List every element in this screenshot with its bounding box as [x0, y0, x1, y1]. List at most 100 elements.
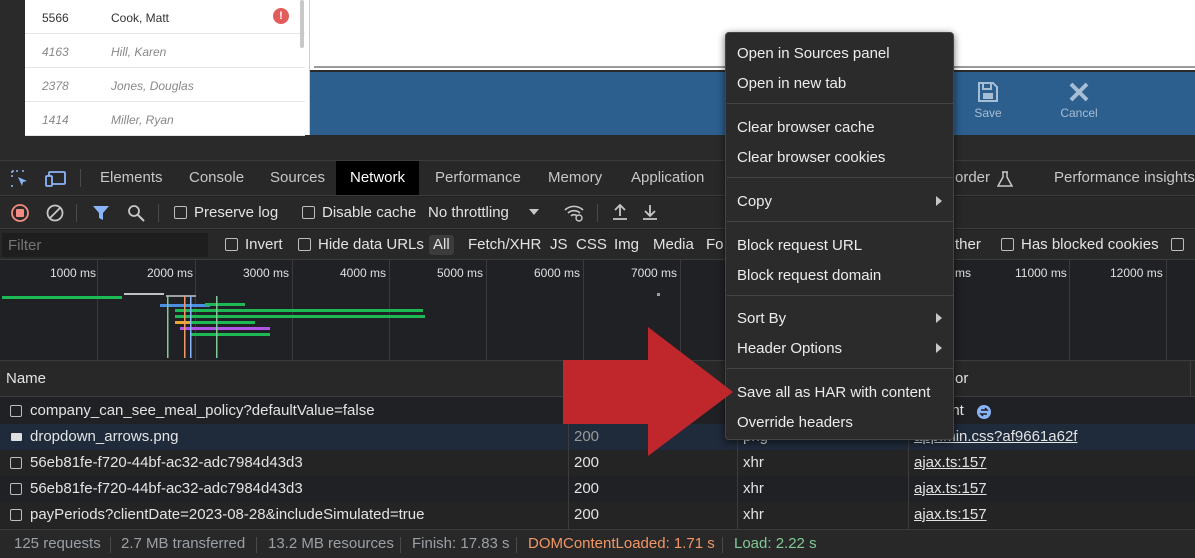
separator: [80, 169, 81, 187]
request-status: 200: [574, 428, 600, 445]
save-label: Save: [974, 106, 1002, 120]
filter-bar: Invert Hide data URLs All Fetch/XHR JS C…: [0, 230, 1195, 260]
separator: [256, 537, 257, 553]
save-button[interactable]: Save: [958, 80, 1018, 120]
separator: [597, 204, 598, 222]
filter-type-js[interactable]: JS: [550, 235, 568, 255]
preserve-log-checkbox[interactable]: Preserve log: [174, 203, 278, 223]
tab-sources[interactable]: Sources: [270, 161, 325, 195]
throttling-select[interactable]: No throttling: [428, 203, 539, 223]
menu-item-clear-cache[interactable]: Clear browser cache: [737, 119, 875, 136]
employee-row[interactable]: 1414 Miller, Ryan: [25, 102, 305, 136]
separator: [400, 537, 401, 553]
filter-type-css[interactable]: CSS: [576, 235, 607, 255]
tab-performance-insights[interactable]: Performance insights: [1054, 161, 1195, 195]
dom-content-loaded-time: DOMContentLoaded: 1.71 s: [528, 535, 715, 552]
tab-recorder[interactable]: order: [955, 161, 990, 195]
checkbox-box: [302, 206, 315, 219]
device-toolbar-icon[interactable]: [45, 170, 67, 188]
tab-application[interactable]: Application: [631, 161, 704, 195]
employee-id: 5566: [42, 11, 69, 25]
table-row[interactable]: company_can_see_meal_policy?defaultValue…: [0, 398, 1195, 424]
employee-name: Cook, Matt: [111, 11, 170, 25]
finish-time: Finish: 17.83 s: [412, 535, 510, 552]
list-scrollbar[interactable]: [300, 0, 304, 48]
menu-item-sort-by[interactable]: Sort By: [737, 310, 786, 327]
export-har-icon[interactable]: [641, 203, 659, 221]
menu-item-open-in-sources[interactable]: Open in Sources panel: [737, 45, 890, 62]
filter-type-media[interactable]: Media: [653, 235, 694, 255]
has-blocked-cookies-checkbox[interactable]: Has blocked cookies: [1001, 235, 1159, 255]
menu-item-override-headers[interactable]: Override headers: [737, 414, 853, 431]
column-header-initiator[interactable]: or: [955, 370, 968, 387]
cancel-label: Cancel: [1060, 106, 1098, 120]
table-row[interactable]: dropdown_arrows.png 200 png app.min.css?…: [0, 424, 1195, 450]
menu-item-header-options[interactable]: Header Options: [737, 340, 842, 357]
submenu-arrow-icon: [936, 313, 942, 323]
table-row[interactable]: 56eb81fe-f720-44bf-ac32-adc7984d43d3 200…: [0, 450, 1195, 476]
employee-row[interactable]: 5566 Cook, Matt !: [25, 0, 305, 34]
alert-icon: !: [273, 8, 289, 24]
tab-network[interactable]: Network: [336, 161, 420, 195]
filter-type-all[interactable]: All: [429, 235, 454, 255]
menu-separator: [727, 368, 953, 369]
filter-type-other[interactable]: ther: [955, 235, 981, 255]
filter-type-img[interactable]: Img: [614, 235, 639, 255]
submenu-arrow-icon: [936, 343, 942, 353]
checkbox-box: [1171, 238, 1184, 251]
menu-item-clear-cookies[interactable]: Clear browser cookies: [737, 149, 885, 166]
filter-type-fetch-xhr[interactable]: Fetch/XHR: [468, 235, 541, 255]
checkbox-box: [298, 238, 311, 251]
tab-memory[interactable]: Memory: [548, 161, 602, 195]
request-initiator[interactable]: ajax.ts:157: [914, 450, 987, 476]
table-row[interactable]: 56eb81fe-f720-44bf-ac32-adc7984d43d3 200…: [0, 476, 1195, 502]
employee-row[interactable]: 2378 Jones, Douglas: [25, 68, 305, 102]
search-icon[interactable]: [127, 204, 145, 222]
disable-cache-label: Disable cache: [322, 204, 417, 221]
request-name: payPeriods?clientDate=2023-08-28&include…: [30, 506, 425, 523]
clear-icon[interactable]: [46, 204, 64, 222]
employee-id: 2378: [42, 79, 69, 93]
menu-item-save-all-as-har[interactable]: Save all as HAR with content: [737, 384, 930, 401]
employee-name: Miller, Ryan: [111, 113, 174, 127]
employee-list: 5566 Cook, Matt ! 4163 Hill, Karen 2378 …: [25, 0, 310, 136]
disable-cache-checkbox[interactable]: Disable cache: [302, 203, 416, 223]
row-checkbox-icon: [10, 405, 22, 417]
import-har-icon[interactable]: [611, 203, 629, 221]
request-initiator[interactable]: ajax.ts:157: [914, 476, 987, 502]
record-stop-icon[interactable]: [11, 204, 29, 222]
invert-label: Invert: [245, 236, 283, 253]
hide-data-urls-checkbox[interactable]: Hide data URLs: [298, 235, 424, 255]
table-row[interactable]: payPeriods?clientDate=2023-08-28&include…: [0, 502, 1195, 528]
column-header-name[interactable]: Name: [6, 370, 46, 387]
checkbox-box: [1001, 238, 1014, 251]
invert-checkbox[interactable]: Invert: [225, 235, 283, 255]
menu-item-copy[interactable]: Copy: [737, 193, 772, 210]
network-conditions-icon[interactable]: [563, 203, 585, 222]
menu-separator: [727, 295, 953, 296]
menu-item-open-in-new-tab[interactable]: Open in new tab: [737, 75, 846, 92]
column-separator[interactable]: [1190, 361, 1191, 396]
image-file-icon: [11, 433, 22, 441]
inspect-element-icon[interactable]: [11, 170, 29, 188]
cancel-button[interactable]: Cancel: [1049, 80, 1109, 120]
employee-row[interactable]: 4163 Hill, Karen: [25, 34, 305, 68]
request-status: 200: [574, 454, 600, 471]
flask-icon: [996, 170, 1014, 188]
menu-item-block-request-domain[interactable]: Block request domain: [737, 267, 881, 284]
tab-performance[interactable]: Performance: [435, 161, 521, 195]
filter-icon[interactable]: [92, 204, 110, 222]
tab-console[interactable]: Console: [189, 161, 244, 195]
column-separator[interactable]: [568, 361, 569, 396]
request-status: 200: [574, 480, 600, 497]
tab-elements[interactable]: Elements: [100, 161, 163, 195]
menu-item-block-request-url[interactable]: Block request URL: [737, 237, 862, 254]
devtools-panel: Elements Console Sources Network Perform…: [0, 160, 1195, 558]
blocked-requests-checkbox[interactable]: [1171, 235, 1191, 255]
filter-input[interactable]: [2, 233, 208, 257]
filter-type-font[interactable]: Fo: [706, 235, 724, 255]
network-overview-timeline[interactable]: 1000 ms 2000 ms 3000 ms 4000 ms 5000 ms …: [0, 260, 1195, 361]
network-toolbar: Preserve log Disable cache No throttling: [0, 197, 1195, 229]
sync-icon: [976, 403, 992, 419]
request-initiator[interactable]: ajax.ts:157: [914, 502, 987, 528]
